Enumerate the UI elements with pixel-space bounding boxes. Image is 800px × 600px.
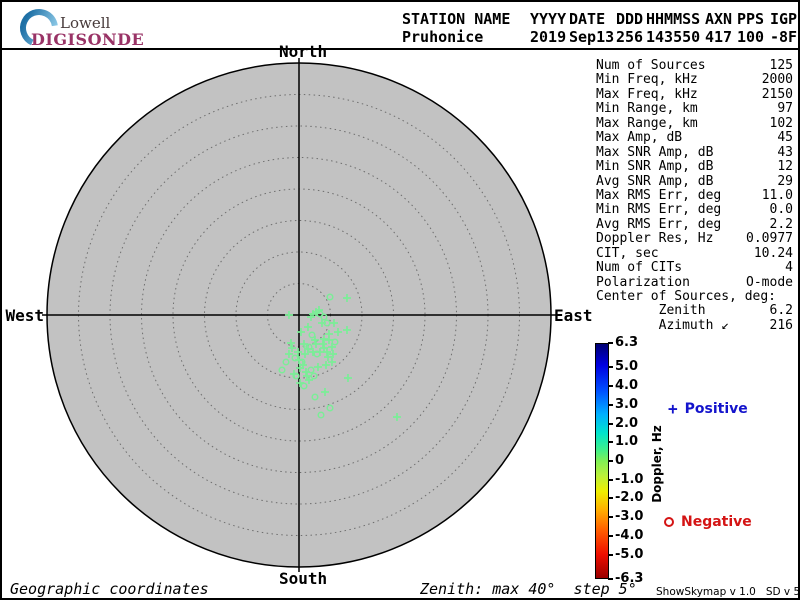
stats-value: 102 bbox=[770, 117, 793, 131]
stats-label: Max Range, km bbox=[596, 117, 698, 131]
coordinates-mode-label: Geographic coordinates bbox=[10, 580, 209, 598]
colorbar-tick-label: 0 bbox=[615, 454, 624, 468]
stats-value: 2150 bbox=[762, 88, 793, 102]
stats-label: Zenith bbox=[596, 304, 706, 318]
stats-value: 0.0 bbox=[770, 203, 793, 217]
stats-row: Min SNR Amp, dB 12 bbox=[596, 160, 793, 174]
compass-west-label: West bbox=[4, 306, 44, 325]
stats-row: Min RMS Err, deg 0.0 bbox=[596, 203, 793, 217]
stats-value: 2000 bbox=[762, 73, 793, 87]
colorbar-tick-label: 5.0 bbox=[615, 360, 638, 374]
stats-value: 10.24 bbox=[754, 247, 793, 261]
version-label: ShowSkymap v 1.0 SD v 5.1 bbox=[656, 586, 800, 598]
stats-label: Num of Sources bbox=[596, 59, 706, 73]
colorbar-tick-mark bbox=[608, 423, 613, 425]
stats-row: Num of CITs 4 bbox=[596, 261, 793, 275]
colorbar-tick-label: 3.0 bbox=[615, 398, 638, 412]
stats-value: 43 bbox=[777, 146, 793, 160]
stats-row: Polarization O-mode bbox=[596, 276, 793, 290]
stats-value: O-mode bbox=[746, 276, 793, 290]
stats-row: Max RMS Err, deg 11.0 bbox=[596, 189, 793, 203]
stats-row: Max Amp, dB 45 bbox=[596, 131, 793, 145]
colorbar-tick-label: -4.0 bbox=[615, 529, 643, 543]
stats-value: 2.2 bbox=[770, 218, 793, 232]
colorbar-tick-mark bbox=[608, 366, 613, 368]
stats-row: Num of Sources 125 bbox=[596, 59, 793, 73]
legend-positive: + Positive bbox=[668, 399, 748, 418]
stats-label: CIT, sec bbox=[596, 247, 659, 261]
stats-row: CIT, sec 10.24 bbox=[596, 247, 793, 261]
stats-label: Num of CITs bbox=[596, 261, 682, 275]
colorbar-tick-mark bbox=[608, 516, 613, 518]
legend-negative: Negative bbox=[664, 514, 752, 530]
stats-row: Max SNR Amp, dB 43 bbox=[596, 146, 793, 160]
stats-value: 0.0977 bbox=[746, 232, 793, 246]
stats-label: Azimuth ↙ bbox=[596, 319, 729, 333]
compass-north-label: North bbox=[279, 42, 319, 61]
colorbar-tick-label: -2.0 bbox=[615, 491, 643, 505]
showskymap-window: Lowell DIGISONDE STATION NAMEPruhoniceYY… bbox=[0, 0, 800, 600]
colorbar-tick-mark bbox=[608, 342, 613, 344]
colorbar-tick-mark bbox=[608, 460, 613, 462]
colorbar-tick-label: -3.0 bbox=[615, 510, 643, 524]
zenith-range-label: Zenith: max 40° step 5° bbox=[420, 580, 637, 598]
colorbar-tick-mark bbox=[608, 554, 613, 556]
colorbar-tick-mark bbox=[608, 479, 613, 481]
stats-row: Min Freq, kHz 2000 bbox=[596, 73, 793, 87]
colorbar-tick-mark bbox=[608, 497, 613, 499]
stats-value: 45 bbox=[777, 131, 793, 145]
stats-row: Max Freq, kHz 2150 bbox=[596, 88, 793, 102]
stats-value: 12 bbox=[777, 160, 793, 174]
legend-positive-label: Positive bbox=[685, 401, 748, 417]
stats-row: Zenith 6.2 bbox=[596, 304, 793, 318]
colorbar-tick-mark bbox=[608, 404, 613, 406]
stats-value: 216 bbox=[770, 319, 793, 333]
stats-row: Center of Sources, deg: bbox=[596, 290, 793, 304]
legend-negative-label: Negative bbox=[681, 514, 752, 530]
stats-value: 4 bbox=[785, 261, 793, 275]
measurement-stats-panel: Num of Sources125Min Freq, kHz2000Max Fr… bbox=[596, 59, 793, 333]
stats-value: 97 bbox=[777, 102, 793, 116]
stats-label: Min RMS Err, deg bbox=[596, 203, 721, 217]
colorbar-axis-label: Doppler, Hz bbox=[650, 425, 664, 503]
stats-label: Polarization bbox=[596, 276, 690, 290]
stats-label: Avg RMS Err, deg bbox=[596, 218, 721, 232]
plus-marker-icon: + bbox=[668, 399, 678, 418]
stats-label: Max SNR Amp, dB bbox=[596, 146, 713, 160]
compass-south-label: South bbox=[279, 569, 319, 588]
stats-row: Max Range, km 102 bbox=[596, 117, 793, 131]
stats-label: Min Range, km bbox=[596, 102, 698, 116]
doppler-colorbar bbox=[595, 343, 609, 579]
circle-marker-icon bbox=[664, 517, 674, 527]
colorbar-tick-label: -5.0 bbox=[615, 548, 643, 562]
stats-row: Avg RMS Err, deg 2.2 bbox=[596, 218, 793, 232]
stats-label: Avg SNR Amp, dB bbox=[596, 175, 713, 189]
stats-label: Min Freq, kHz bbox=[596, 73, 698, 87]
stats-row: Min Range, km 97 bbox=[596, 102, 793, 116]
stats-label: Max RMS Err, deg bbox=[596, 189, 721, 203]
stats-label: Min SNR Amp, dB bbox=[596, 160, 713, 174]
stats-row: Avg SNR Amp, dB 29 bbox=[596, 175, 793, 189]
colorbar-tick-label: -1.0 bbox=[615, 473, 643, 487]
stats-label: Max Freq, kHz bbox=[596, 88, 698, 102]
stats-value: 11.0 bbox=[762, 189, 793, 203]
colorbar-tick-label: 1.0 bbox=[615, 435, 638, 449]
stats-value: 29 bbox=[777, 175, 793, 189]
colorbar-tick-label: 4.0 bbox=[615, 379, 638, 393]
colorbar-tick-label: 2.0 bbox=[615, 417, 638, 431]
colorbar-tick-mark bbox=[608, 441, 613, 443]
stats-label: Doppler Res, Hz bbox=[596, 232, 713, 246]
colorbar-tick-mark bbox=[608, 385, 613, 387]
compass-east-label: East bbox=[554, 306, 593, 325]
stats-value: 125 bbox=[770, 59, 793, 73]
stats-row: Azimuth ↙ 216 bbox=[596, 319, 793, 333]
stats-label: Center of Sources, deg: bbox=[596, 290, 776, 304]
stats-label: Max Amp, dB bbox=[596, 131, 682, 145]
stats-value: 6.2 bbox=[770, 304, 793, 318]
colorbar-tick-label: 6.3 bbox=[615, 336, 638, 350]
stats-row: Doppler Res, Hz 0.0977 bbox=[596, 232, 793, 246]
colorbar-tick-mark bbox=[608, 535, 613, 537]
